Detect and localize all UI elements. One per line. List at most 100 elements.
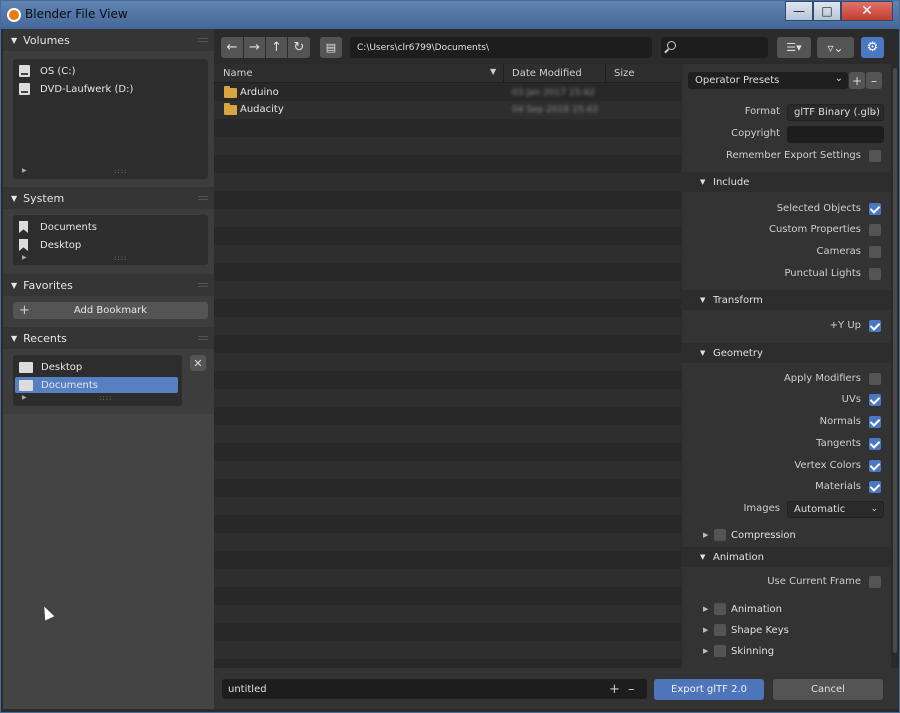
recent-item-desktop[interactable]: Desktop bbox=[15, 359, 178, 375]
panel-scrollbar[interactable] bbox=[891, 64, 899, 668]
column-size[interactable]: Size bbox=[614, 68, 635, 79]
copyright-field[interactable] bbox=[787, 126, 884, 143]
display-mode-dropdown[interactable]: ☰▾ bbox=[777, 37, 811, 58]
favorites-label: Favorites bbox=[23, 278, 73, 292]
expand-triangle-icon[interactable]: ▶ bbox=[22, 167, 27, 174]
recent-item-documents[interactable]: Documents bbox=[15, 377, 178, 393]
vertex-colors-checkbox[interactable] bbox=[869, 460, 881, 472]
shape-keys-checkbox[interactable] bbox=[714, 624, 726, 636]
compression-row[interactable]: ▶ Compression bbox=[682, 527, 891, 545]
normals-checkbox[interactable] bbox=[869, 416, 881, 428]
search-input[interactable] bbox=[661, 37, 768, 58]
parent-directory-button[interactable]: ↑ bbox=[266, 37, 287, 58]
volume-item-os[interactable]: OS (C:) bbox=[19, 63, 76, 79]
expand-triangle-icon[interactable]: ▶ bbox=[22, 254, 27, 261]
add-preset-button[interactable]: + bbox=[849, 72, 865, 89]
file-name: Audacity bbox=[240, 104, 284, 115]
arrow-up-icon: ↑ bbox=[271, 40, 282, 55]
materials-checkbox[interactable] bbox=[869, 481, 881, 493]
volume-item-dvd[interactable]: DVD-Laufwerk (D:) bbox=[19, 81, 133, 97]
increment-filename-button[interactable]: + bbox=[609, 682, 620, 697]
volumes-list: OS (C:) DVD-Laufwerk (D:) ▶ :::: bbox=[13, 59, 208, 179]
skinning-checkbox[interactable] bbox=[714, 645, 726, 657]
system-header[interactable]: ▼ System bbox=[3, 187, 214, 209]
shape-keys-row[interactable]: ▶ Shape Keys bbox=[682, 622, 891, 640]
uvs-checkbox[interactable] bbox=[869, 394, 881, 406]
cancel-button[interactable]: Cancel bbox=[773, 679, 883, 700]
collapse-triangle-icon: ▼ bbox=[11, 35, 18, 45]
cameras-checkbox[interactable] bbox=[869, 246, 881, 258]
recents-label: Recents bbox=[23, 331, 67, 345]
bookmark-icon bbox=[19, 221, 28, 233]
format-dropdown[interactable]: glTF Binary (.glb) ⌄ bbox=[787, 104, 884, 121]
drag-grip-icon[interactable] bbox=[198, 283, 208, 287]
file-browser-window: Blender File View — □ ✕ ▼ Volumes OS (C:… bbox=[0, 0, 900, 713]
file-date: 03 Jan 2017 15:42 bbox=[512, 88, 595, 98]
apply-modifiers-checkbox[interactable] bbox=[869, 373, 881, 385]
format-label: Format bbox=[744, 106, 780, 117]
filename-field[interactable]: untitled bbox=[222, 679, 647, 699]
volumes-header[interactable]: ▼ Volumes bbox=[3, 29, 214, 51]
animation-checkbox[interactable] bbox=[714, 603, 726, 615]
resize-handle-icon[interactable]: :::: bbox=[99, 394, 112, 402]
animation-header[interactable]: ▼ Animation bbox=[682, 547, 891, 567]
drag-grip-icon[interactable] bbox=[198, 336, 208, 340]
compression-checkbox[interactable] bbox=[714, 529, 726, 541]
use-current-frame-checkbox[interactable] bbox=[869, 576, 881, 588]
tangents-checkbox[interactable] bbox=[869, 438, 881, 450]
geometry-header[interactable]: ▼ Geometry bbox=[682, 343, 891, 363]
skinning-label: Skinning bbox=[731, 646, 775, 657]
transform-header[interactable]: ▼ Transform bbox=[682, 290, 891, 310]
drag-grip-icon[interactable] bbox=[198, 38, 208, 42]
remove-preset-button[interactable]: – bbox=[866, 72, 882, 89]
export-button[interactable]: Export glTF 2.0 bbox=[654, 679, 764, 700]
settings-toggle-button[interactable]: ⚙ bbox=[861, 37, 884, 58]
y-up-checkbox[interactable] bbox=[869, 320, 881, 332]
maximize-button[interactable]: □ bbox=[813, 1, 841, 21]
directory-path-field[interactable]: C:\Users\clr6799\Documents\ bbox=[350, 37, 652, 58]
close-window-button[interactable]: ✕ bbox=[841, 1, 893, 21]
sort-descending-icon[interactable]: ▼ bbox=[490, 67, 496, 76]
file-row[interactable]: Arduino 03 Jan 2017 15:42 bbox=[214, 84, 681, 102]
resize-handle-icon[interactable]: :::: bbox=[114, 167, 127, 175]
favorites-header[interactable]: ▼ Favorites bbox=[3, 274, 214, 296]
remember-export-checkbox[interactable] bbox=[869, 150, 881, 162]
folder-icon bbox=[224, 86, 237, 98]
back-button[interactable]: ← bbox=[221, 37, 243, 58]
skinning-row[interactable]: ▶ Skinning bbox=[682, 643, 891, 661]
recents-header[interactable]: ▼ Recents bbox=[3, 327, 214, 349]
drag-grip-icon[interactable] bbox=[198, 196, 208, 200]
selected-objects-checkbox[interactable] bbox=[869, 203, 881, 215]
custom-properties-checkbox[interactable] bbox=[869, 224, 881, 236]
operator-presets-dropdown[interactable]: Operator Presets ⌄ bbox=[688, 72, 848, 89]
punctual-lights-checkbox[interactable] bbox=[869, 268, 881, 280]
column-name[interactable]: Name bbox=[223, 68, 253, 79]
minimize-button[interactable]: — bbox=[785, 1, 813, 21]
new-folder-icon: ▤ bbox=[325, 41, 337, 54]
resize-handle-icon[interactable]: :::: bbox=[114, 254, 127, 262]
add-bookmark-button[interactable]: + Add Bookmark bbox=[13, 302, 208, 319]
expand-triangle-icon: ▶ bbox=[703, 531, 709, 539]
filter-dropdown[interactable]: ▿⌄ bbox=[817, 37, 854, 58]
clear-recents-button[interactable]: ✕ bbox=[190, 355, 206, 371]
arrow-left-icon: ← bbox=[226, 40, 238, 55]
expand-triangle-icon: ▶ bbox=[703, 647, 709, 655]
images-dropdown[interactable]: Automatic ⌄ bbox=[787, 501, 884, 518]
file-date: 04 Sep 2018 15:43 bbox=[512, 105, 598, 115]
system-item-desktop[interactable]: Desktop bbox=[19, 237, 81, 253]
animation-subpanel-row[interactable]: ▶ Animation bbox=[682, 601, 891, 619]
chevron-down-icon: ⌄ bbox=[834, 73, 843, 84]
expand-triangle-icon[interactable]: ▶ bbox=[22, 394, 27, 401]
system-item-documents[interactable]: Documents bbox=[19, 219, 97, 235]
scrollbar-thumb[interactable] bbox=[893, 68, 897, 653]
include-header[interactable]: ▼ Include bbox=[682, 172, 891, 192]
column-date-modified[interactable]: Date Modified bbox=[512, 68, 582, 79]
file-row[interactable]: Audacity 04 Sep 2018 15:43 bbox=[214, 101, 681, 119]
file-list-header: Name ▼ Date Modified Size bbox=[214, 64, 681, 83]
refresh-button[interactable]: ↻ bbox=[288, 37, 310, 58]
system-item-label: Desktop bbox=[40, 239, 82, 251]
system-label: System bbox=[23, 191, 65, 205]
forward-button[interactable]: → bbox=[244, 37, 265, 58]
new-folder-button[interactable]: ▤ bbox=[320, 37, 342, 58]
decrement-filename-button[interactable]: – bbox=[628, 682, 635, 697]
